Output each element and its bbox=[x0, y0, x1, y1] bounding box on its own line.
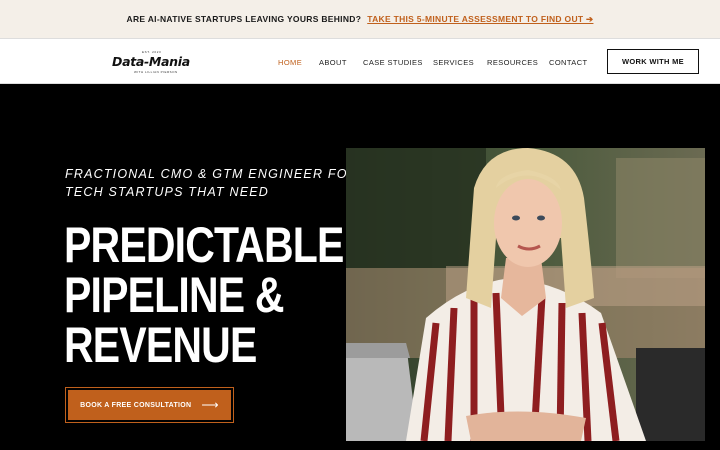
announcement-bar: ARE AI-NATIVE STARTUPS LEAVING YOURS BEH… bbox=[0, 0, 720, 38]
consultation-button-label: BOOK A FREE CONSULTATION bbox=[80, 401, 192, 409]
nav-item-case-studies[interactable]: CASE STUDIES bbox=[363, 58, 423, 67]
headline-line-1: PREDICTABLE bbox=[64, 217, 344, 273]
nav-item-home[interactable]: HOME bbox=[278, 58, 302, 67]
logo-tagline-bottom: WITH LILLIAN PIERSON bbox=[134, 70, 178, 74]
logo-wordmark: Data-Mania bbox=[112, 54, 190, 69]
nav-item-about[interactable]: ABOUT bbox=[319, 58, 347, 67]
consultation-button-frame: BOOK A FREE CONSULTATION ⟶ bbox=[65, 387, 234, 423]
assessment-link[interactable]: TAKE THIS 5-MINUTE ASSESSMENT TO FIND OU… bbox=[367, 14, 593, 25]
headline-line-3: REVENUE bbox=[64, 317, 257, 373]
hero-section: FRACTIONAL CMO & GTM ENGINEER FOR TECH S… bbox=[0, 84, 720, 450]
hero-eyebrow: FRACTIONAL CMO & GTM ENGINEER FOR TECH S… bbox=[65, 167, 358, 199]
book-consultation-button[interactable]: BOOK A FREE CONSULTATION ⟶ bbox=[68, 390, 231, 420]
arrow-right-icon: ⟶ bbox=[201, 398, 219, 412]
nav-item-resources[interactable]: RESOURCES bbox=[487, 58, 538, 67]
announcement-text: ARE AI-NATIVE STARTUPS LEAVING YOURS BEH… bbox=[126, 14, 362, 24]
nav-item-contact[interactable]: CONTACT bbox=[549, 58, 588, 67]
hero-portrait-photo bbox=[346, 148, 705, 441]
hero-headline: PREDICTABLE PIPELINE & REVENUE bbox=[64, 217, 344, 373]
nav-item-services[interactable]: SERVICES bbox=[433, 58, 474, 67]
main-nav: EST. 2023 Data-Mania WITH LILLIAN PIERSO… bbox=[0, 38, 720, 84]
work-with-me-button[interactable]: WORK WITH ME bbox=[607, 49, 699, 74]
logo[interactable]: EST. 2023 Data-Mania WITH LILLIAN PIERSO… bbox=[112, 49, 192, 75]
headline-line-2: PIPELINE & bbox=[64, 267, 284, 323]
portrait-illustration bbox=[346, 148, 705, 441]
